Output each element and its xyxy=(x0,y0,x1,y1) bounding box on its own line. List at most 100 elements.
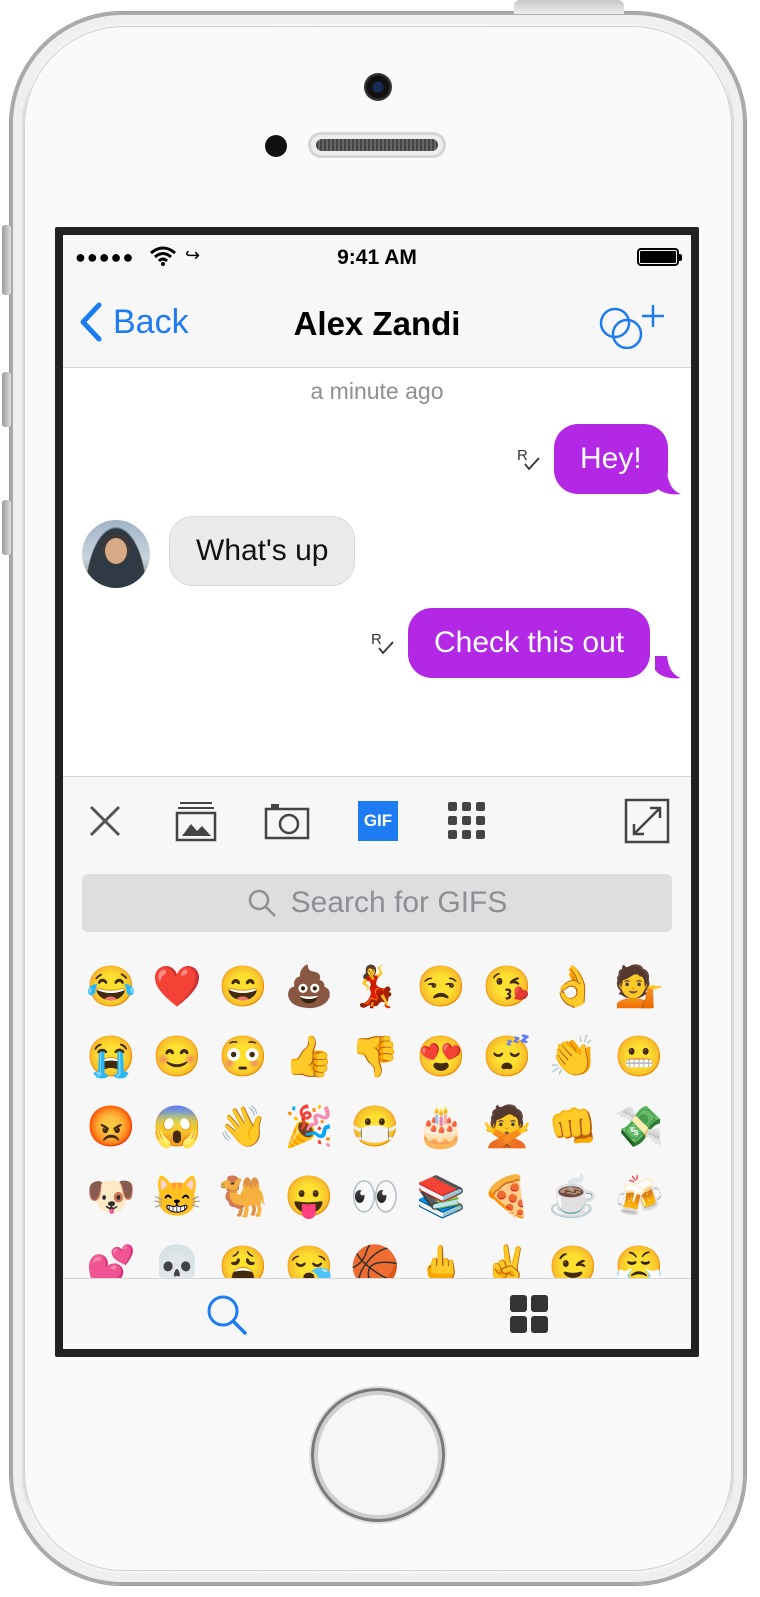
emoji-cell[interactable]: 😛 xyxy=(276,1162,342,1232)
emoji-cell[interactable]: 😷 xyxy=(342,1092,408,1162)
emoji-cell[interactable]: 😳 xyxy=(210,1022,276,1092)
search-icon xyxy=(248,889,276,917)
emoji-cell[interactable]: 😪 xyxy=(276,1232,342,1279)
emoji-cell[interactable]: 💁 xyxy=(606,952,672,1022)
back-label: Back xyxy=(113,302,189,341)
volume-up-button xyxy=(2,372,11,427)
gif-button[interactable]: GIF xyxy=(352,795,404,847)
front-camera xyxy=(364,73,392,101)
apps-button[interactable] xyxy=(441,795,493,847)
outgoing-message[interactable]: Check this out xyxy=(408,608,651,678)
search-placeholder: Search for GIFS xyxy=(290,886,508,919)
search-icon xyxy=(207,1295,247,1335)
emoji-cell[interactable]: 🎉 xyxy=(276,1092,342,1162)
emoji-cell[interactable]: 👊 xyxy=(540,1092,606,1162)
navigation-bar: Back Alex Zandi xyxy=(63,279,691,368)
emoji-cell[interactable]: 🍕 xyxy=(474,1162,540,1232)
svg-text:R: R xyxy=(517,447,528,464)
message-thread[interactable]: a minute ago R Hey! What's up R Check th… xyxy=(63,368,691,776)
emoji-cell[interactable]: 💩 xyxy=(276,952,342,1022)
emoji-cell[interactable]: ☕ xyxy=(540,1162,606,1232)
close-icon xyxy=(89,805,121,837)
gif-search-field[interactable]: Search for GIFS xyxy=(82,874,672,932)
gif-panel[interactable]: Search for GIFS 😂 ❤️ 😄 💩 💃 😒 😘 👌 💁 😭 😊 😳 👍 👎 😍 😴 👏 😬 😡 😱 👋 🎉 😷… xyxy=(63,864,691,1279)
earpiece-speaker xyxy=(308,132,446,158)
emoji-cell[interactable]: 👌 xyxy=(540,952,606,1022)
expand-button[interactable] xyxy=(621,795,673,847)
emoji-cell[interactable]: 👏 xyxy=(540,1022,606,1092)
back-button[interactable]: Back xyxy=(79,299,189,345)
message-timestamp: a minute ago xyxy=(310,378,444,404)
chevron-left-icon xyxy=(80,302,102,342)
emoji-cell[interactable]: 😬 xyxy=(606,1022,672,1092)
emoji-cell[interactable]: 😸 xyxy=(144,1162,210,1232)
expand-icon xyxy=(624,798,670,844)
volume-down-button xyxy=(2,500,11,555)
gallery-button[interactable] xyxy=(170,795,222,847)
incoming-message[interactable]: What's up xyxy=(169,516,356,586)
clock: 9:41 AM xyxy=(337,246,417,269)
power-button xyxy=(514,0,624,14)
emoji-cell[interactable]: 🏀 xyxy=(342,1232,408,1279)
avatar[interactable] xyxy=(82,520,150,588)
emoji-cell[interactable]: 😂 xyxy=(78,952,144,1022)
close-button[interactable] xyxy=(79,795,131,847)
emoji-cell[interactable]: 🖕 xyxy=(408,1232,474,1279)
outgoing-message[interactable]: Hey! xyxy=(554,424,668,494)
emoji-cell[interactable]: 💕 xyxy=(78,1232,144,1279)
emoji-cell[interactable]: ✌️ xyxy=(474,1232,540,1279)
message-text: What's up xyxy=(196,534,329,567)
bubble-tail xyxy=(655,472,681,495)
emoji-grid: 😂 ❤️ 😄 💩 💃 😒 😘 👌 💁 😭 😊 😳 👍 👎 😍 😴 👏 😬 😡 😱 👋 🎉 😷 🎂 🙅 👊 💸 🐶 😸 🐫 😛 👀 📚 🍕 ☕ 🍻 💕 💀 😩… xyxy=(78,952,678,1279)
emoji-cell[interactable]: 😒 xyxy=(408,952,474,1022)
emoji-cell[interactable]: 💀 xyxy=(144,1232,210,1279)
emoji-cell[interactable]: 📚 xyxy=(408,1162,474,1232)
screen-bezel: ●●●●● ↪ 9:41 AM Back Alex Zandi a minute… xyxy=(55,227,699,1357)
apps-grid-icon xyxy=(448,802,485,839)
emoji-cell[interactable]: 😴 xyxy=(474,1022,540,1092)
composer-toolbar: GIF xyxy=(63,776,691,865)
mute-switch xyxy=(2,225,11,295)
emoji-cell[interactable]: 😤 xyxy=(606,1232,672,1279)
emoji-cell[interactable]: 😊 xyxy=(144,1022,210,1092)
status-bar: ●●●●● ↪ 9:41 AM xyxy=(63,235,691,279)
battery-icon xyxy=(637,248,682,266)
emoji-cell[interactable]: 😡 xyxy=(78,1092,144,1162)
message-text: Check this out xyxy=(434,626,625,659)
gif-icon: GIF xyxy=(358,801,398,841)
emoji-cell[interactable]: 👍 xyxy=(276,1022,342,1092)
emoji-cell[interactable]: 🙅 xyxy=(474,1092,540,1162)
grid-tab[interactable] xyxy=(508,1293,552,1337)
emoji-cell[interactable]: 🐶 xyxy=(78,1162,144,1232)
emoji-cell[interactable]: 🍻 xyxy=(606,1162,672,1232)
emoji-cell[interactable]: 💃 xyxy=(342,952,408,1022)
home-button[interactable] xyxy=(311,1388,445,1522)
message-text: Hey! xyxy=(580,442,642,475)
search-tab[interactable] xyxy=(205,1293,249,1337)
emoji-cell[interactable]: 😩 xyxy=(210,1232,276,1279)
emoji-cell[interactable]: 👋 xyxy=(210,1092,276,1162)
display: ●●●●● ↪ 9:41 AM Back Alex Zandi a minute… xyxy=(63,235,691,1349)
emoji-cell[interactable]: ❤️ xyxy=(144,952,210,1022)
emoji-cell[interactable]: 😍 xyxy=(408,1022,474,1092)
emoji-cell[interactable]: 💸 xyxy=(606,1092,672,1162)
emoji-cell[interactable]: 😱 xyxy=(144,1092,210,1162)
gallery-icon xyxy=(175,802,217,842)
add-people-button[interactable] xyxy=(597,299,665,350)
emoji-cell[interactable]: 🎂 xyxy=(408,1092,474,1162)
add-people-icon xyxy=(599,305,664,350)
emoji-cell[interactable]: 👎 xyxy=(342,1022,408,1092)
emoji-cell[interactable]: 🐫 xyxy=(210,1162,276,1232)
emoji-cell[interactable]: 😉 xyxy=(540,1232,606,1279)
emoji-cell[interactable]: 😘 xyxy=(474,952,540,1022)
tab-bar xyxy=(63,1278,691,1349)
camera-button[interactable] xyxy=(261,795,313,847)
emoji-cell[interactable]: 😄 xyxy=(210,952,276,1022)
read-receipt-icon: R xyxy=(517,447,540,471)
emoji-cell[interactable]: 😭 xyxy=(78,1022,144,1092)
proximity-sensor xyxy=(265,135,287,157)
gif-label: GIF xyxy=(363,811,393,830)
camera-icon xyxy=(264,804,310,840)
read-receipt-icon: R xyxy=(371,631,394,655)
emoji-cell[interactable]: 👀 xyxy=(342,1162,408,1232)
